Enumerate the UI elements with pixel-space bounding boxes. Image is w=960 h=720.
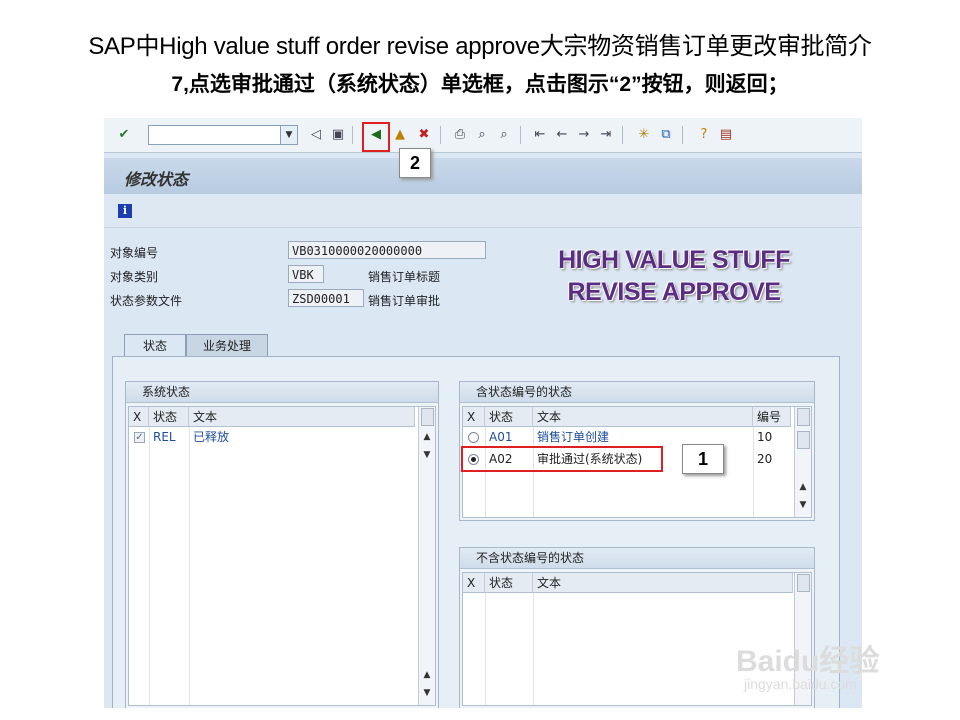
checkbox-icon: ✓ [134,432,145,443]
vertical-scrollbar[interactable]: ▲ ▼ ▲ ▼ [418,407,435,705]
field-label-status-profile: 状态参数文件 [110,294,183,308]
print-icon[interactable]: ⎙ [452,127,468,143]
callout-2: 2 [399,148,431,178]
column-settings-button[interactable] [797,574,810,592]
screen-title: 修改状态 [124,170,189,189]
column-header-status: 状态 [149,407,189,427]
column-header-x: X [129,407,149,427]
scroll-up-icon[interactable]: ▲ [419,429,435,445]
cancel-icon[interactable]: ✖ [416,127,432,143]
layout-icon[interactable]: ▤ [718,127,734,143]
baidu-watermark-url: jingyan.baidu.com [744,676,857,692]
tab-business-process[interactable]: 业务处理 [186,334,268,357]
slide-title: SAP中High value stuff order revise approv… [88,33,872,60]
toolbar-separator [520,126,521,144]
scroll-up-icon[interactable]: ▲ [419,667,435,683]
application-toolbar: i [104,195,862,228]
enter-icon[interactable]: ✔ [116,127,132,143]
object-type-field[interactable]: VBK [288,265,324,283]
status-profile-description: 销售订单审批 [368,294,441,308]
object-type-description: 销售订单标题 [368,270,441,284]
unnumbered-status-title: 不含状态编号的状态 [460,548,814,569]
last-page-icon[interactable]: ⇥ [598,127,614,143]
scroll-down-icon[interactable]: ▼ [419,447,435,463]
slide-subtitle: 7,点选审批通过（系统状态）单选框，点击图示“2”按钮，则返回； [171,73,789,96]
exit-icon[interactable]: ▲ [392,127,408,143]
baidu-watermark-logo: Baidu经验 [736,645,880,678]
field-label-object-number: 对象编号 [110,246,159,260]
column-header-number: 编号 [753,407,791,427]
toolbar-separator [440,126,441,144]
column-header-x: X [463,573,485,593]
column-header-text: 文本 [533,407,753,427]
toolbar-separator [352,126,353,144]
scroll-thumb[interactable] [797,431,810,449]
toolbar-separator [682,126,683,144]
find-next-icon[interactable]: ⌕ [496,127,512,143]
status-profile-field[interactable]: ZSD00001 [288,289,364,307]
column-divider [189,427,190,705]
column-divider [149,427,150,705]
column-header-status: 状态 [485,407,533,427]
tab-status[interactable]: 状态 [124,334,186,357]
column-header-text: 文本 [533,573,793,593]
vertical-scrollbar[interactable]: ▲ ▼ [794,407,811,517]
next-page-icon[interactable]: → [576,127,592,143]
status-code: REL [153,430,176,444]
new-session-icon[interactable]: ✳ [636,127,652,143]
prev-page-icon[interactable]: ← [554,127,570,143]
chevron-down-icon[interactable]: ▼ [280,126,297,144]
callout-1: 1 [682,444,724,474]
status-number: 10 [757,430,773,444]
system-status-table: X 状态 文本 ✓ REL 已释放 ▲ ▼ ▲ ▼ [128,406,436,706]
column-header-status: 状态 [485,573,533,593]
triangle-left-icon[interactable]: ◁ [308,127,324,143]
scroll-up-icon[interactable]: ▲ [795,479,811,495]
tab-content: 系统状态 X 状态 文本 ✓ REL 已释放 ▲ ▼ ▲ ▼ 含状态编号的状态 … [112,356,840,708]
status-number: 20 [757,452,773,466]
object-number-field[interactable]: VB0310000020000000 [288,241,486,259]
status-text: 已释放 [193,430,230,444]
overlay-title-line1: HIGH VALUE STUFF [558,246,790,274]
info-icon[interactable]: i [118,204,132,218]
find-icon[interactable]: ⌕ [474,127,490,143]
field-label-object-type: 对象类别 [110,270,159,284]
command-field[interactable]: ▼ [148,125,298,145]
overlay-title-line2: REVISE APPROVE [567,278,781,306]
system-status-title: 系统状态 [126,382,438,403]
save-icon[interactable]: ▣ [330,127,346,143]
status-code: A01 [489,430,513,444]
scroll-down-icon[interactable]: ▼ [795,497,811,513]
help-icon[interactable]: ? [696,127,712,143]
scroll-down-icon[interactable]: ▼ [419,685,435,701]
shortcut-icon[interactable]: ⧉ [658,127,674,143]
numbered-status-title: 含状态编号的状态 [460,382,814,403]
column-divider [485,593,486,705]
first-page-icon[interactable]: ⇤ [532,127,548,143]
radio-a01[interactable] [468,432,479,443]
highlight-a02-row [461,446,663,472]
screen-title-bar: 修改状态 [104,158,862,194]
column-header-text: 文本 [189,407,415,427]
sap-window: ✔ ▼ ◁ ▣ ◀ ▲ ✖ ⎙ ⌕ ⌕ ⇤ ← → ⇥ ✳ ⧉ ? ▤ 修改状态… [104,118,862,708]
column-divider [533,593,534,705]
system-status-group: 系统状态 X 状态 文本 ✓ REL 已释放 ▲ ▼ ▲ ▼ [125,381,439,708]
column-settings-button[interactable] [797,408,810,426]
standard-toolbar: ✔ ▼ ◁ ▣ ◀ ▲ ✖ ⎙ ⌕ ⌕ ⇤ ← → ⇥ ✳ ⧉ ? ▤ [104,118,862,153]
column-settings-button[interactable] [421,408,434,426]
tab-business-process-label: 业务处理 [202,339,251,353]
tab-status-label: 状态 [142,339,167,353]
toolbar-separator [622,126,623,144]
column-header-x: X [463,407,485,427]
highlight-back-button [362,122,390,152]
